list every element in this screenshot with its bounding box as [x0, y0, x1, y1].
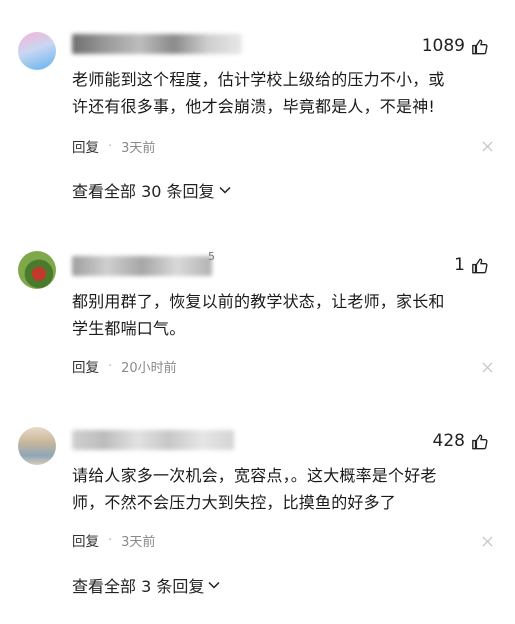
close-icon[interactable]	[482, 536, 493, 547]
separator-dot: ·	[108, 138, 113, 154]
separator-dot: ·	[108, 532, 113, 548]
like-count: 1089	[421, 36, 465, 56]
reply-button[interactable]: 回复	[72, 136, 99, 156]
comment-text-line: 都别用群了，恢复以前的教学状态，让老师，家长和	[72, 292, 445, 311]
reply-button[interactable]: 回复	[72, 530, 99, 550]
like-count-area[interactable]: 1089	[422, 36, 489, 56]
avatar[interactable]	[18, 251, 56, 289]
comment-text: 都别用群了，恢复以前的教学状态，让老师，家长和 学生都喘口气。	[72, 288, 487, 342]
chevron-down-icon	[208, 581, 220, 589]
username-blurred[interactable]	[72, 430, 234, 450]
timestamp: 3天前	[121, 534, 156, 550]
view-all-replies-label: 查看全部 30 条回复	[72, 182, 215, 201]
view-all-replies-link[interactable]: 查看全部 30 条回复	[72, 178, 231, 202]
view-all-replies-label: 查看全部 3 条回复	[72, 577, 205, 596]
timestamp: 20小时前	[121, 360, 177, 376]
comment-text-line: 许还有很多事，他才会崩溃，毕竟都是人，不是神!	[72, 97, 436, 116]
like-count: 428	[432, 431, 465, 451]
chevron-down-icon	[219, 186, 231, 194]
thumbs-up-icon[interactable]	[471, 256, 489, 275]
comment-text-line: 请给人家多一次机会，宽容点，。这大概率是个好老	[72, 466, 437, 485]
thumbs-up-icon[interactable]	[471, 432, 489, 451]
comment-meta: 回复 · 20小时前	[72, 356, 177, 377]
comment-text: 老师能到这个程度，估计学校上级给的压力不小，或 许还有很多事，他才会崩溃，毕竟都…	[72, 66, 487, 120]
comment-text-line: 老师能到这个程度，估计学校上级给的压力不小，或	[72, 70, 445, 89]
username-blurred[interactable]	[72, 256, 212, 276]
view-all-replies-link[interactable]: 查看全部 3 条回复	[72, 573, 220, 597]
timestamp: 3天前	[121, 140, 156, 156]
comment-text-line: 师，不然不会压力大到失控，比摸鱼的好多了	[72, 493, 397, 512]
comment-text-line: 学生都喘口气。	[72, 319, 186, 338]
like-count: 1	[454, 255, 465, 275]
close-icon[interactable]	[482, 141, 493, 152]
like-count-area[interactable]: 1	[454, 255, 489, 275]
avatar[interactable]	[18, 32, 56, 70]
thumbs-up-icon[interactable]	[471, 37, 489, 56]
comment-meta: 回复 · 3天前	[72, 530, 156, 551]
separator-dot: ·	[108, 358, 113, 374]
comment-meta: 回复 · 3天前	[72, 136, 156, 157]
avatar[interactable]	[18, 427, 56, 465]
username-fragment: 5	[208, 250, 215, 263]
like-count-area[interactable]: 428	[433, 431, 489, 451]
comment-text: 请给人家多一次机会，宽容点，。这大概率是个好老 师，不然不会压力大到失控，比摸鱼…	[72, 462, 487, 516]
username-blurred[interactable]	[72, 34, 242, 54]
close-icon[interactable]	[482, 362, 493, 373]
reply-button[interactable]: 回复	[72, 356, 99, 376]
